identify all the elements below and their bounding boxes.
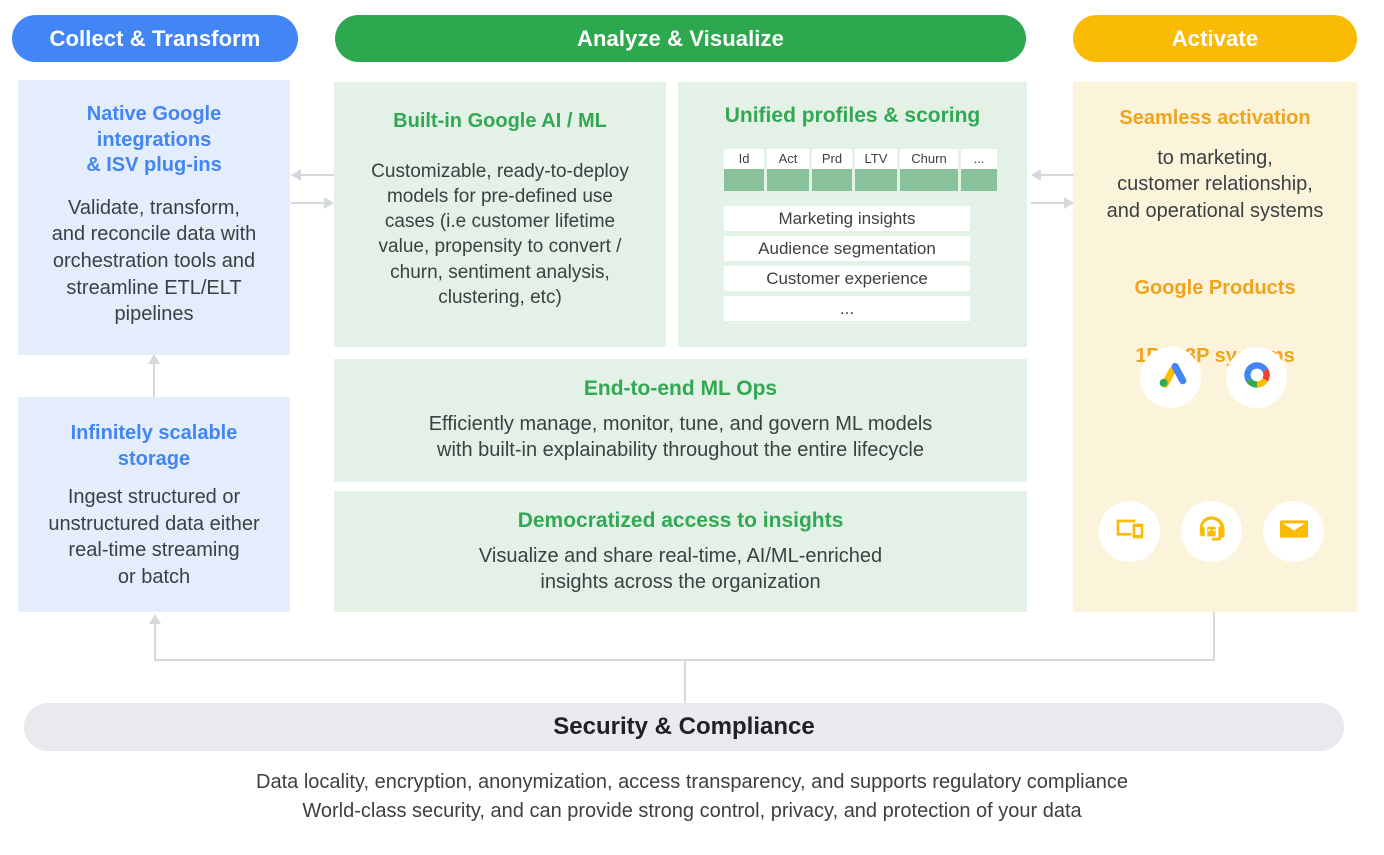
security-compliance-body: Data locality, encryption, anonymization… bbox=[256, 771, 1128, 822]
arrow-analyze-to-collect-head bbox=[291, 169, 301, 181]
table-header-cell: LTV bbox=[855, 149, 897, 169]
stage-header-analyze-visualize[interactable]: Analyze & Visualize bbox=[335, 15, 1026, 62]
google-marketing-platform-icon bbox=[1240, 358, 1274, 397]
profiles-list-item[interactable]: Audience segmentation bbox=[724, 236, 970, 261]
google-ads-icon bbox=[1154, 358, 1188, 397]
table-column: ... bbox=[961, 149, 997, 191]
table-data-cell bbox=[961, 169, 997, 191]
profiles-mini-table: Id Act Prd LTV Churn ... bbox=[724, 149, 997, 191]
ml-ops-title: End-to-end ML Ops bbox=[583, 377, 778, 400]
native-integrations-title: Native Google integrations & ISV plug-ins bbox=[86, 103, 222, 177]
google-marketing-platform-icon-circle[interactable] bbox=[1226, 347, 1287, 408]
table-column: Churn bbox=[900, 149, 958, 191]
ai-ml-title: Built-in Google AI / ML bbox=[393, 110, 607, 132]
unified-profiles-title: Unified profiles & scoring bbox=[724, 104, 981, 127]
devices-icon bbox=[1114, 513, 1146, 550]
storage-body: Ingest structured or unstructured data ei… bbox=[48, 486, 260, 588]
table-header-cell: Act bbox=[767, 149, 809, 169]
support-agent-icon bbox=[1195, 513, 1228, 551]
table-data-cell bbox=[724, 169, 764, 191]
email-icon-circle[interactable] bbox=[1263, 501, 1324, 562]
feedback-loop-right-vertical bbox=[1213, 612, 1215, 660]
table-header-cell: Churn bbox=[900, 149, 958, 169]
table-header-cell: Prd bbox=[812, 149, 852, 169]
table-data-cell bbox=[855, 169, 897, 191]
profiles-list-item[interactable]: Marketing insights bbox=[724, 206, 970, 231]
systems-label: 1P & 3P systems bbox=[1135, 344, 1295, 367]
security-connector-line bbox=[684, 660, 686, 704]
support-agent-icon-circle[interactable] bbox=[1181, 501, 1242, 562]
table-column: Prd bbox=[812, 149, 852, 191]
google-products-label: Google Products bbox=[1134, 277, 1296, 300]
insights-title: Democratized access to insights bbox=[517, 509, 844, 532]
panel-end-to-end-ml-ops[interactable]: End-to-end ML Ops Efficiently manage, mo… bbox=[334, 359, 1027, 482]
native-integrations-body: Validate, transform, and reconcile data w… bbox=[51, 196, 257, 326]
arrow-analyze-to-activate-head bbox=[1064, 197, 1074, 209]
panel-democratized-access-to-insights[interactable]: Democratized access to insights Visualiz… bbox=[334, 491, 1027, 612]
activation-body: to marketing, customer relationship, and o… bbox=[1106, 146, 1324, 222]
ai-ml-body: Customizable, ready-to-deploy models for … bbox=[371, 160, 629, 308]
diagram-canvas: Collect & Transform Analyze & Visualize … bbox=[0, 0, 1384, 855]
arrow-storage-to-native-line bbox=[153, 363, 155, 397]
table-data-cell bbox=[767, 169, 809, 191]
arrow-collect-to-analyze-line bbox=[291, 202, 325, 204]
stage-header-activate[interactable]: Activate bbox=[1073, 15, 1357, 62]
arrow-storage-to-native-head bbox=[148, 354, 160, 364]
storage-title: Infinitely scalable storage bbox=[70, 422, 238, 470]
activation-title: Seamless activation bbox=[1119, 107, 1311, 129]
google-ads-icon-circle[interactable] bbox=[1140, 347, 1201, 408]
table-column: LTV bbox=[855, 149, 897, 191]
feedback-loop-arrow-head bbox=[149, 614, 161, 624]
feedback-loop-left-vertical bbox=[154, 623, 156, 660]
table-column: Act bbox=[767, 149, 809, 191]
table-header-cell: Id bbox=[724, 149, 764, 169]
arrow-collect-to-analyze-head bbox=[324, 197, 334, 209]
stage-header-collect-transform[interactable]: Collect & Transform bbox=[12, 15, 298, 62]
table-data-cell bbox=[812, 169, 852, 191]
panel-native-google-integrations[interactable]: Native Google integrations & ISV plug-ins … bbox=[18, 80, 290, 355]
devices-icon-circle[interactable] bbox=[1099, 501, 1160, 562]
arrow-analyze-to-collect-line bbox=[300, 174, 334, 176]
security-compliance-title: Security & Compliance bbox=[553, 713, 815, 740]
email-icon bbox=[1278, 513, 1310, 550]
security-compliance-bar[interactable]: Security & Compliance bbox=[24, 703, 1344, 751]
profiles-list-item[interactable]: ... bbox=[724, 296, 970, 321]
table-data-cell bbox=[900, 169, 958, 191]
panel-infinitely-scalable-storage[interactable]: Infinitely scalable storage Ingest struct… bbox=[18, 397, 290, 612]
panel-builtin-google-ai-ml[interactable]: Built-in Google AI / ML Customizable, re… bbox=[334, 82, 666, 347]
profiles-list-item[interactable]: Customer experience bbox=[724, 266, 970, 291]
ml-ops-body: Efficiently manage, monitor, tune, and g… bbox=[428, 412, 933, 462]
table-column: Id bbox=[724, 149, 764, 191]
arrow-activate-to-analyze-line bbox=[1040, 174, 1074, 176]
table-header-cell: ... bbox=[961, 149, 997, 169]
arrow-analyze-to-activate-line bbox=[1031, 202, 1065, 204]
insights-body: Visualize and share real-time, AI/ML-enr… bbox=[478, 544, 883, 594]
arrow-activate-to-analyze-head bbox=[1031, 169, 1041, 181]
